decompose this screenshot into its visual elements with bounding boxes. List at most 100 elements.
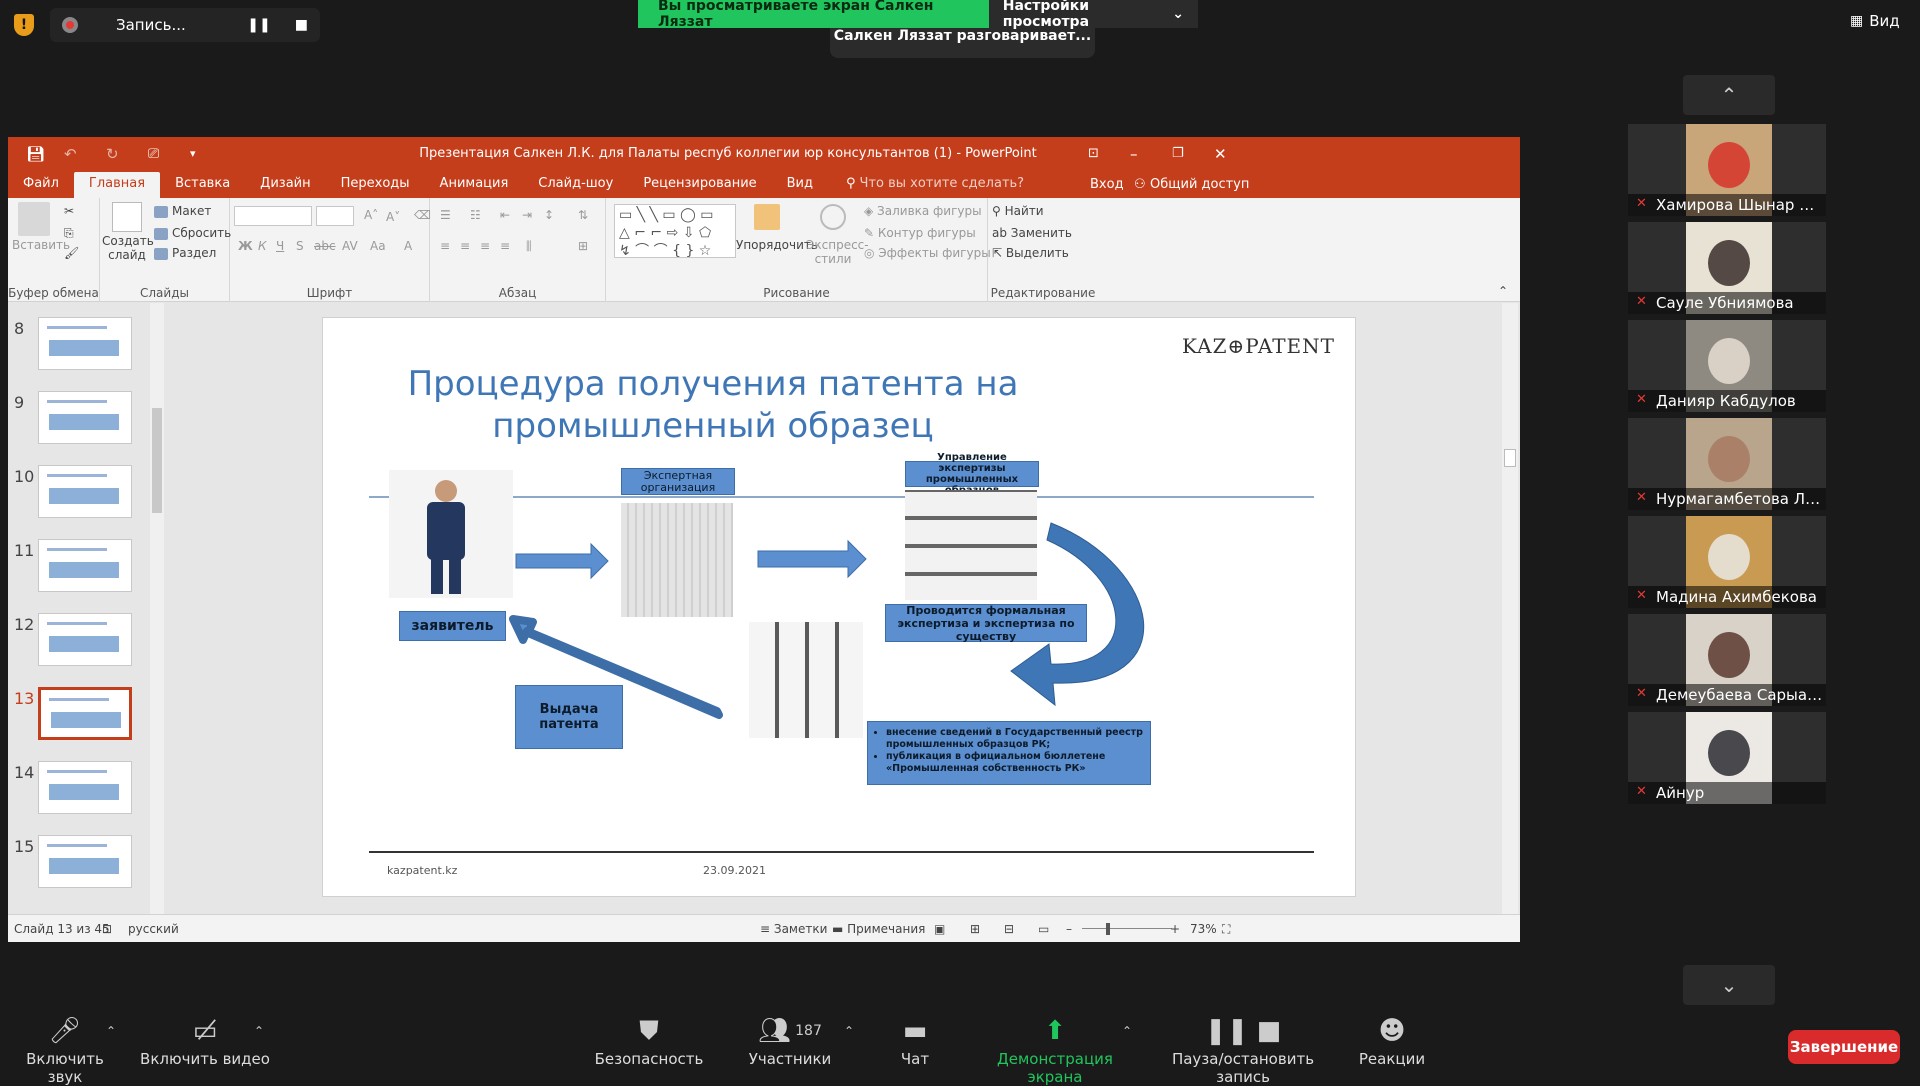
spellcheck-icon[interactable]: ⊡ — [102, 922, 112, 936]
indent-increase-icon[interactable]: ⇥ — [522, 208, 532, 222]
slide-canvas[interactable]: KAZ⊕PATENT Процедура получения патента н… — [322, 317, 1356, 897]
reset-button[interactable]: Сбросить — [154, 226, 231, 240]
view-button[interactable]: ▦ Вид — [1850, 12, 1900, 30]
participants-caret[interactable]: ⌃ — [844, 1024, 854, 1038]
slide-thumbnail[interactable]: 9 — [8, 391, 158, 451]
participant-tile[interactable]: Данияр Кабдулов ✕ — [1628, 320, 1826, 412]
reading-view-icon[interactable]: ⊟ — [1004, 922, 1014, 936]
comments-button[interactable]: ▬ Примечания — [832, 922, 925, 936]
justify-icon[interactable]: ≡ — [500, 239, 510, 253]
save-icon[interactable]: 💾︎ — [26, 145, 45, 163]
new-slide-icon[interactable] — [112, 202, 142, 232]
pause-recording-icon[interactable]: ❚❚ — [247, 17, 270, 33]
zoom-in-icon[interactable]: + — [1170, 922, 1180, 936]
thumbnail-preview[interactable] — [38, 317, 132, 370]
ribbon-display-icon[interactable]: ⊡ — [1088, 146, 1099, 161]
bullets-icon[interactable]: ☰ — [440, 208, 451, 222]
share-button[interactable]: Общий доступ — [1150, 177, 1249, 192]
stop-recording-icon[interactable]: ■ — [295, 17, 308, 33]
cut-icon[interactable]: ✂ — [64, 204, 74, 218]
security-button[interactable]: ⛊ Безопасность — [594, 1012, 704, 1068]
participant-tile[interactable]: Мадина Ахимбекова ✕ — [1628, 516, 1826, 608]
share-options-caret[interactable]: ⌃ — [1122, 1024, 1132, 1038]
slide-thumbnail[interactable]: 14 — [8, 761, 158, 821]
pause-stop-recording-button[interactable]: ❚❚ ■ Пауза/остановить запись — [1150, 1012, 1336, 1086]
quick-styles-icon[interactable] — [820, 204, 846, 230]
tab-8[interactable]: Вид — [772, 172, 828, 198]
arrange-icon[interactable] — [754, 204, 780, 230]
thumbnail-preview[interactable] — [38, 539, 132, 592]
tab-5[interactable]: Анимация — [425, 172, 524, 198]
tab-4[interactable]: Переходы — [326, 172, 425, 198]
sorter-view-icon[interactable]: ⊞ — [970, 922, 980, 936]
tab-3[interactable]: Дизайн — [245, 172, 325, 198]
select-button[interactable]: ⇱ Выделить — [992, 246, 1069, 260]
tab-7[interactable]: Рецензирование — [628, 172, 771, 198]
participant-tile[interactable]: Демеубаева Сарыалка ✕ — [1628, 614, 1826, 706]
participant-tile[interactable]: Нурмагамбетова Ляззат✕ — [1628, 418, 1826, 510]
case-icon[interactable]: Aa — [370, 239, 386, 253]
presenter-icon[interactable]: ⎚ — [148, 146, 159, 162]
notes-button[interactable]: ≡ Заметки — [760, 922, 827, 936]
line-spacing-icon[interactable]: ↕ — [544, 208, 554, 222]
align-center-icon[interactable]: ≡ — [460, 239, 470, 253]
font-name-field[interactable] — [234, 206, 312, 226]
layout-button[interactable]: Макет — [154, 204, 211, 218]
thumbnail-preview[interactable] — [38, 761, 132, 814]
participant-tile[interactable]: Айнур ✕ — [1628, 712, 1826, 804]
gallery-down-button[interactable]: ⌄ — [1683, 965, 1775, 1005]
scroll-thumb[interactable] — [152, 408, 162, 513]
audio-options-caret[interactable]: ⌃ — [106, 1024, 116, 1038]
smartart-icon[interactable]: ⊞ — [578, 239, 588, 253]
shape-outline-button[interactable]: ✎ Контур фигуры — [864, 226, 976, 240]
slide-thumbnail[interactable]: 8 — [8, 317, 158, 377]
tab-1[interactable]: Главная — [73, 172, 161, 198]
slide-thumbnail[interactable]: 15 — [8, 835, 158, 895]
undo-icon[interactable]: ↶ — [64, 145, 77, 163]
zoom-slider-handle[interactable] — [1106, 923, 1110, 935]
align-right-icon[interactable]: ≡ — [480, 239, 490, 253]
find-button[interactable]: ⚲ Найти — [992, 204, 1044, 218]
numbering-icon[interactable]: ☷ — [470, 208, 481, 222]
spacing-icon[interactable]: AV — [342, 239, 358, 253]
slide-thumbnail[interactable]: 13 — [8, 687, 158, 747]
tell-me-input[interactable]: Что вы хотите сделать? — [860, 172, 1025, 198]
tab-6[interactable]: Слайд-шоу — [523, 172, 628, 198]
unmute-button[interactable]: 🎤︎ Включить звук — [10, 1012, 120, 1086]
clear-format-icon[interactable]: ⌫ — [414, 208, 431, 222]
align-left-icon[interactable]: ≡ — [440, 239, 450, 253]
copy-icon[interactable]: ⎘ — [64, 226, 74, 241]
end-meeting-button[interactable]: Завершение — [1788, 1030, 1900, 1064]
slide-scrollbar[interactable] — [1502, 303, 1518, 914]
participants-button[interactable]: 👥︎ 187 Участники — [740, 1012, 840, 1068]
slide-thumbnail[interactable]: 10 — [8, 465, 158, 525]
tab-2[interactable]: Вставка — [160, 172, 245, 198]
thumbnail-preview[interactable] — [38, 835, 132, 888]
fit-slide-icon[interactable]: ⛶ — [1222, 922, 1230, 937]
zoom-out-icon[interactable]: – — [1066, 922, 1072, 936]
normal-view-icon[interactable]: ▣ — [934, 922, 945, 936]
video-options-caret[interactable]: ⌃ — [254, 1024, 264, 1038]
zoom-slider[interactable] — [1082, 928, 1172, 929]
collapse-ribbon-icon[interactable]: ⌃ — [1498, 284, 1508, 298]
font-size-field[interactable] — [316, 206, 354, 226]
close-icon[interactable]: ✕ — [1214, 145, 1227, 163]
restore-icon[interactable]: ❐ — [1172, 146, 1184, 161]
font-grow-icon[interactable]: A˄ — [364, 208, 378, 222]
section-button[interactable]: Раздел — [154, 246, 216, 260]
customize-qat-icon[interactable]: ▾ — [190, 147, 196, 160]
gallery-up-button[interactable]: ⌃ — [1683, 75, 1775, 115]
minimize-icon[interactable]: – — [1130, 145, 1138, 163]
thumbnails-scrollbar[interactable] — [150, 303, 164, 914]
bold-icon[interactable]: Ж — [238, 239, 253, 253]
share-screen-button[interactable]: ⬆ Демонстрация экрана — [970, 1012, 1140, 1086]
italic-icon[interactable]: К — [258, 239, 267, 253]
font-shrink-icon[interactable]: A˅ — [386, 210, 400, 224]
thumbnail-preview[interactable] — [38, 465, 132, 518]
zoom-level[interactable]: 73% — [1190, 922, 1217, 936]
slideshow-view-icon[interactable]: ▭ — [1038, 922, 1049, 936]
language-indicator[interactable]: русский — [128, 922, 179, 936]
shape-fill-button[interactable]: ◈ Заливка фигуры — [864, 204, 982, 218]
new-slide-button[interactable]: Создать слайд — [102, 234, 154, 262]
shadow-icon[interactable]: S — [296, 239, 304, 253]
